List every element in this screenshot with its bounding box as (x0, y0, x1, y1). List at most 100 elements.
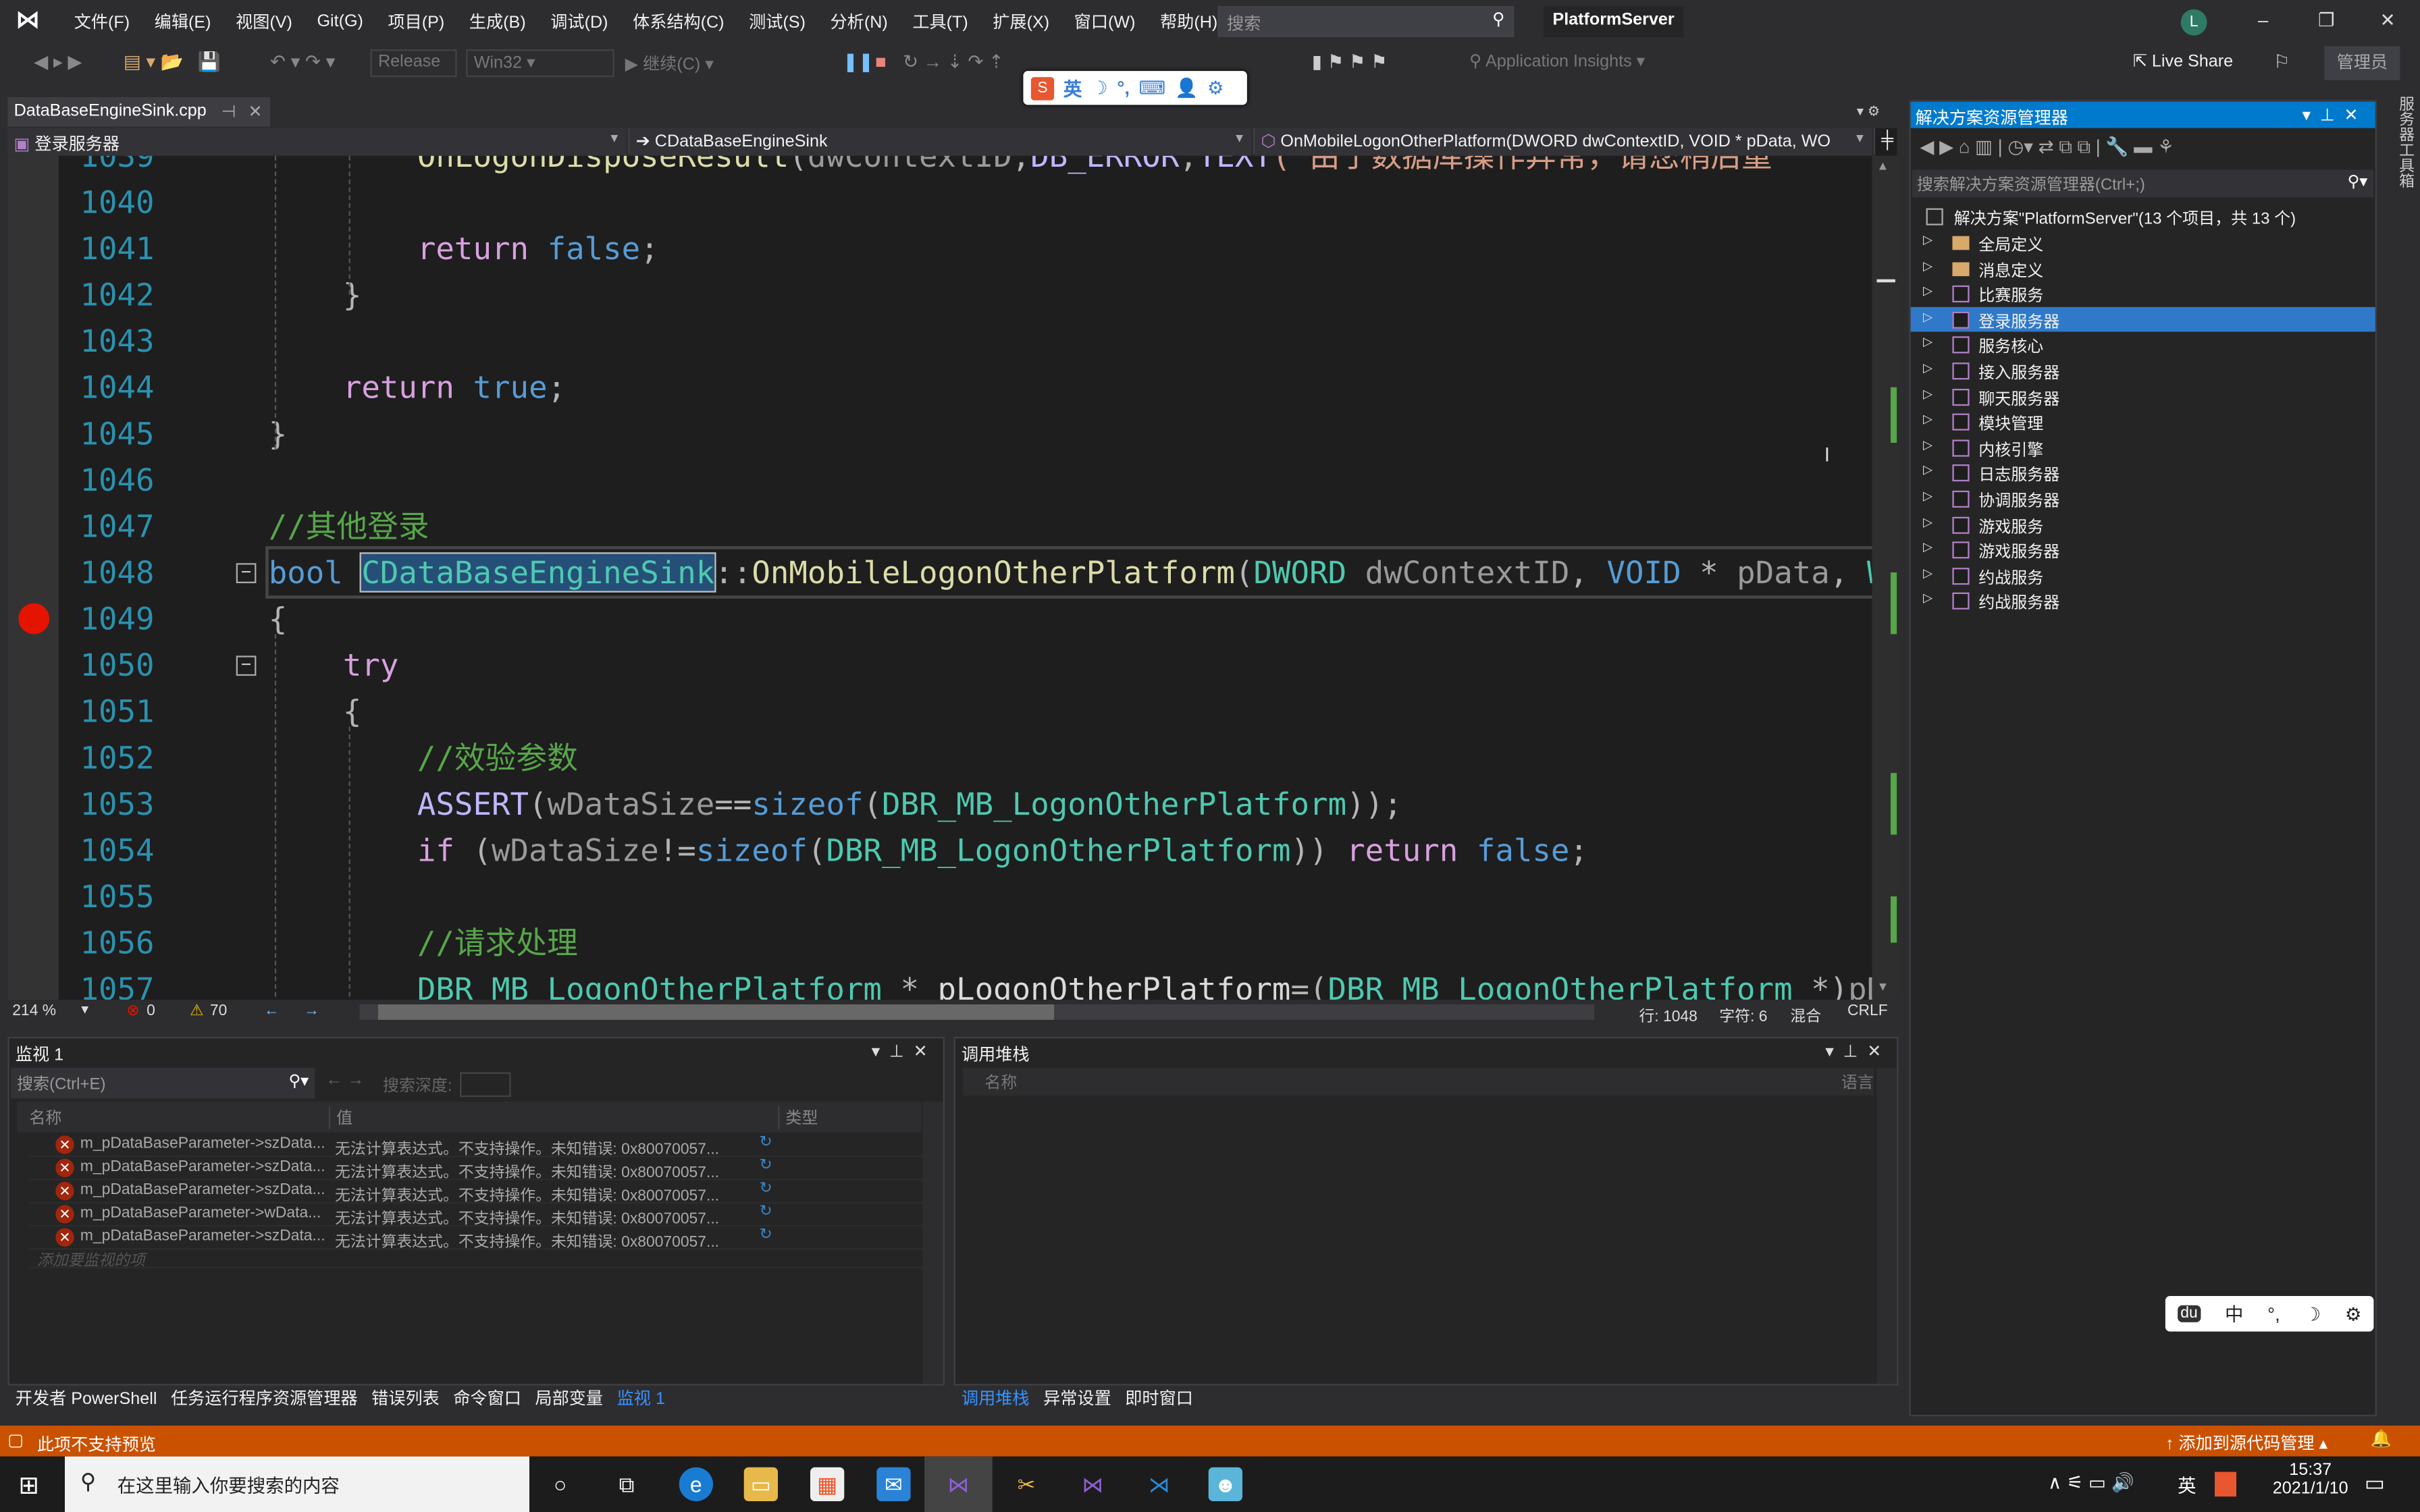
configuration-select[interactable]: Release (370, 49, 457, 78)
column-name[interactable]: 名称 (984, 1071, 1017, 1094)
tray-icons[interactable]: ∧ ⚟ ▭ 🔊 (2048, 1472, 2134, 1494)
watch-row[interactable]: ✕ m_pDataBaseParameter->szData... 无法计算表达式。… (29, 1134, 929, 1159)
tab-overflow-icon[interactable]: ▾ ⚙ (1857, 103, 1880, 120)
expand-arrow-icon[interactable]: ▷ (1923, 438, 1932, 452)
code-line[interactable]: 1052 //效验参数 (7, 734, 1872, 781)
solution-item[interactable]: ▷ 游戏服务器 (1911, 537, 2375, 563)
ime-widget[interactable]: du 中 °, ☽ ⚙ (2165, 1295, 2374, 1332)
solution-item[interactable]: ▷ 游戏服务 (1911, 512, 2375, 537)
code-text[interactable]: ASSERT(wDataSize==sizeof(DBR_MB_LogonOth… (269, 781, 1402, 828)
bottom-tab[interactable]: 局部变量 (535, 1390, 603, 1408)
solution-item[interactable]: ▷ 全局定义 (1911, 230, 2375, 256)
ime-user-icon[interactable]: 👤 (1175, 77, 1198, 99)
editor-vertical-scrollbar[interactable]: ▲ ▼ (1872, 155, 1899, 1000)
vscode-icon[interactable]: ⋊ (1142, 1467, 1176, 1501)
new-project-icon[interactable]: ▤ ▾ 📂 (124, 51, 184, 72)
watch-name[interactable]: m_pDataBaseParameter->szData... (80, 1228, 327, 1245)
scroll-up-icon[interactable]: ▲ (1876, 159, 1889, 173)
ime-punct-icon[interactable]: °, (2267, 1303, 2280, 1324)
solution-item[interactable]: ▷ 登录服务器 (1910, 306, 2375, 333)
ime-moon-icon[interactable]: ☽ (1091, 77, 1108, 99)
panel-controls-icon[interactable]: ▾⊥✕ (872, 1042, 937, 1061)
back-arrow-icon[interactable]: ← (264, 1003, 280, 1020)
watch-scrollbar[interactable] (922, 1101, 943, 1384)
notification-bell-icon[interactable]: 🔔 (2371, 1429, 2392, 1449)
code-line[interactable]: 1049 { (7, 595, 1872, 642)
class-dropdown[interactable]: ➔ CDataBaseEngineSink ▼ (629, 128, 1253, 156)
restart-icon[interactable]: ↻ → ⇣ ↷ ⇡ (903, 51, 1004, 72)
code-text[interactable]: //效验参数 (269, 734, 578, 781)
pause-icon[interactable]: ❚❚ (843, 51, 874, 72)
back-icon[interactable]: ◀ ▸ ▶ (34, 51, 82, 72)
code-line[interactable]: 1040 (7, 179, 1872, 225)
refresh-icon[interactable]: ↻ (760, 1181, 772, 1197)
bookmark-icon[interactable]: ▮ ⚑ ⚑ ⚑ (1312, 51, 1388, 72)
bottom-tab[interactable]: 监视 1 (617, 1390, 665, 1408)
cortana-icon[interactable]: ○ (544, 1467, 577, 1501)
bottom-tab[interactable]: 错误列表 (371, 1390, 440, 1408)
expand-arrow-icon[interactable]: ▷ (1923, 591, 1932, 605)
menu-architecture[interactable]: 体系结构(C) (621, 9, 737, 34)
code-line[interactable]: 1054 if (wDataSize!=sizeof(DBR_MB_LogonO… (7, 827, 1872, 873)
code-text[interactable]: { (269, 595, 288, 642)
solution-search-input[interactable]: 搜索解决方案资源管理器(Ctrl+;) ⚲▾ (1912, 169, 2374, 198)
feedback-icon[interactable]: ⚐ (2273, 51, 2290, 72)
source-control-button[interactable]: ↑ 添加到源代码管理 ▴ (2165, 1430, 2327, 1455)
warning-count[interactable]: 70 (210, 1003, 227, 1020)
action-center-icon[interactable]: ▭ (2365, 1470, 2385, 1496)
menu-tools[interactable]: 工具(T) (900, 9, 980, 34)
horizontal-scroll-thumb[interactable] (377, 1004, 1055, 1020)
code-line[interactable]: 1041 return false; (7, 225, 1872, 272)
solution-item[interactable]: ▷ 模块管理 (1911, 409, 2375, 435)
expand-arrow-icon[interactable]: ▷ (1923, 514, 1932, 529)
code-text[interactable]: { (269, 688, 362, 734)
ime-moon-icon[interactable]: ☽ (2304, 1303, 2321, 1324)
error-count[interactable]: 0 (147, 1003, 155, 1020)
app-icon[interactable]: ☻ (1208, 1467, 1242, 1501)
avatar[interactable]: L (2180, 9, 2207, 36)
code-line[interactable]: 1044 return true; (7, 364, 1872, 410)
code-text[interactable]: if (wDataSize!=sizeof(DBR_MB_LogonOtherP… (269, 827, 1588, 873)
solution-item[interactable]: ▷ 协调服务器 (1911, 486, 2375, 512)
bottom-tab[interactable]: 异常设置 (1043, 1390, 1111, 1408)
expand-arrow-icon[interactable]: ▷ (1923, 310, 1932, 324)
expand-arrow-icon[interactable]: ▷ (1923, 489, 1932, 504)
add-watch-row[interactable]: 添加要监视的项 (29, 1245, 929, 1270)
bottom-tab[interactable]: 即时窗口 (1125, 1390, 1193, 1408)
bottom-tab[interactable]: 任务运行程序资源管理器 (171, 1390, 358, 1408)
solution-item[interactable]: ▷ 约战服务 (1911, 563, 2375, 589)
collapse-icon[interactable]: − (236, 563, 257, 583)
code-line[interactable]: 1053 ASSERT(wDataSize==sizeof(DBR_MB_Log… (7, 781, 1872, 828)
ime-settings-icon[interactable]: ⚙ (1207, 77, 1224, 99)
close-button[interactable]: ✕ (2380, 9, 2396, 31)
refresh-icon[interactable]: ↻ (760, 1134, 772, 1151)
split-icon[interactable]: ╪ (1875, 128, 1899, 156)
code-line[interactable]: 1039 OnLogonDisposeResult(dwContextID,DB… (7, 156, 1872, 179)
scroll-down-icon[interactable]: ▼ (1876, 979, 1889, 994)
solution-item[interactable]: ▷ 约战服务器 (1911, 589, 2375, 614)
watch-search-input[interactable]: 搜索(Ctrl+E) ⚲▾ (10, 1067, 315, 1099)
expand-arrow-icon[interactable]: ▷ (1923, 361, 1932, 375)
expand-arrow-icon[interactable]: ▷ (1923, 412, 1932, 427)
menu-test[interactable]: 测试(S) (737, 9, 818, 34)
collapse-icon[interactable]: − (236, 655, 257, 676)
file-explorer-icon[interactable]: ▭ (743, 1467, 778, 1501)
panel-controls-icon[interactable]: ▾⊥✕ (2303, 105, 2368, 125)
code-text[interactable]: DBR_MB_LogonOtherPlatform * pLogonOtherP… (269, 966, 1872, 1000)
code-text[interactable]: } (269, 271, 362, 318)
code-line[interactable]: 1042 } (7, 271, 1872, 318)
visual-studio-alt-icon[interactable]: ⋈ (1076, 1467, 1109, 1501)
code-line[interactable]: 1057 DBR_MB_LogonOtherPlatform * pLogonO… (7, 966, 1872, 1000)
line-ending[interactable]: CRLF (1847, 1003, 1888, 1020)
solution-item[interactable]: ▷ 接入服务器 (1911, 358, 2375, 383)
column-value[interactable]: 值 (328, 1106, 352, 1130)
menu-build[interactable]: 生成(B) (457, 9, 538, 34)
application-insights-button[interactable]: ⚲ Application Insights ▾ (1469, 51, 1645, 71)
refresh-icon[interactable]: ↻ (760, 1226, 772, 1243)
expand-arrow-icon[interactable]: ▷ (1923, 464, 1932, 478)
platform-select[interactable]: Win32 ▾ (466, 49, 614, 78)
breakpoint-icon[interactable] (18, 603, 50, 634)
search-nav-arrows-icon[interactable]: ← → (325, 1071, 364, 1089)
column-language[interactable]: 语言 (1841, 1071, 1874, 1094)
bottom-tab[interactable]: 调用堆栈 (962, 1390, 1030, 1408)
